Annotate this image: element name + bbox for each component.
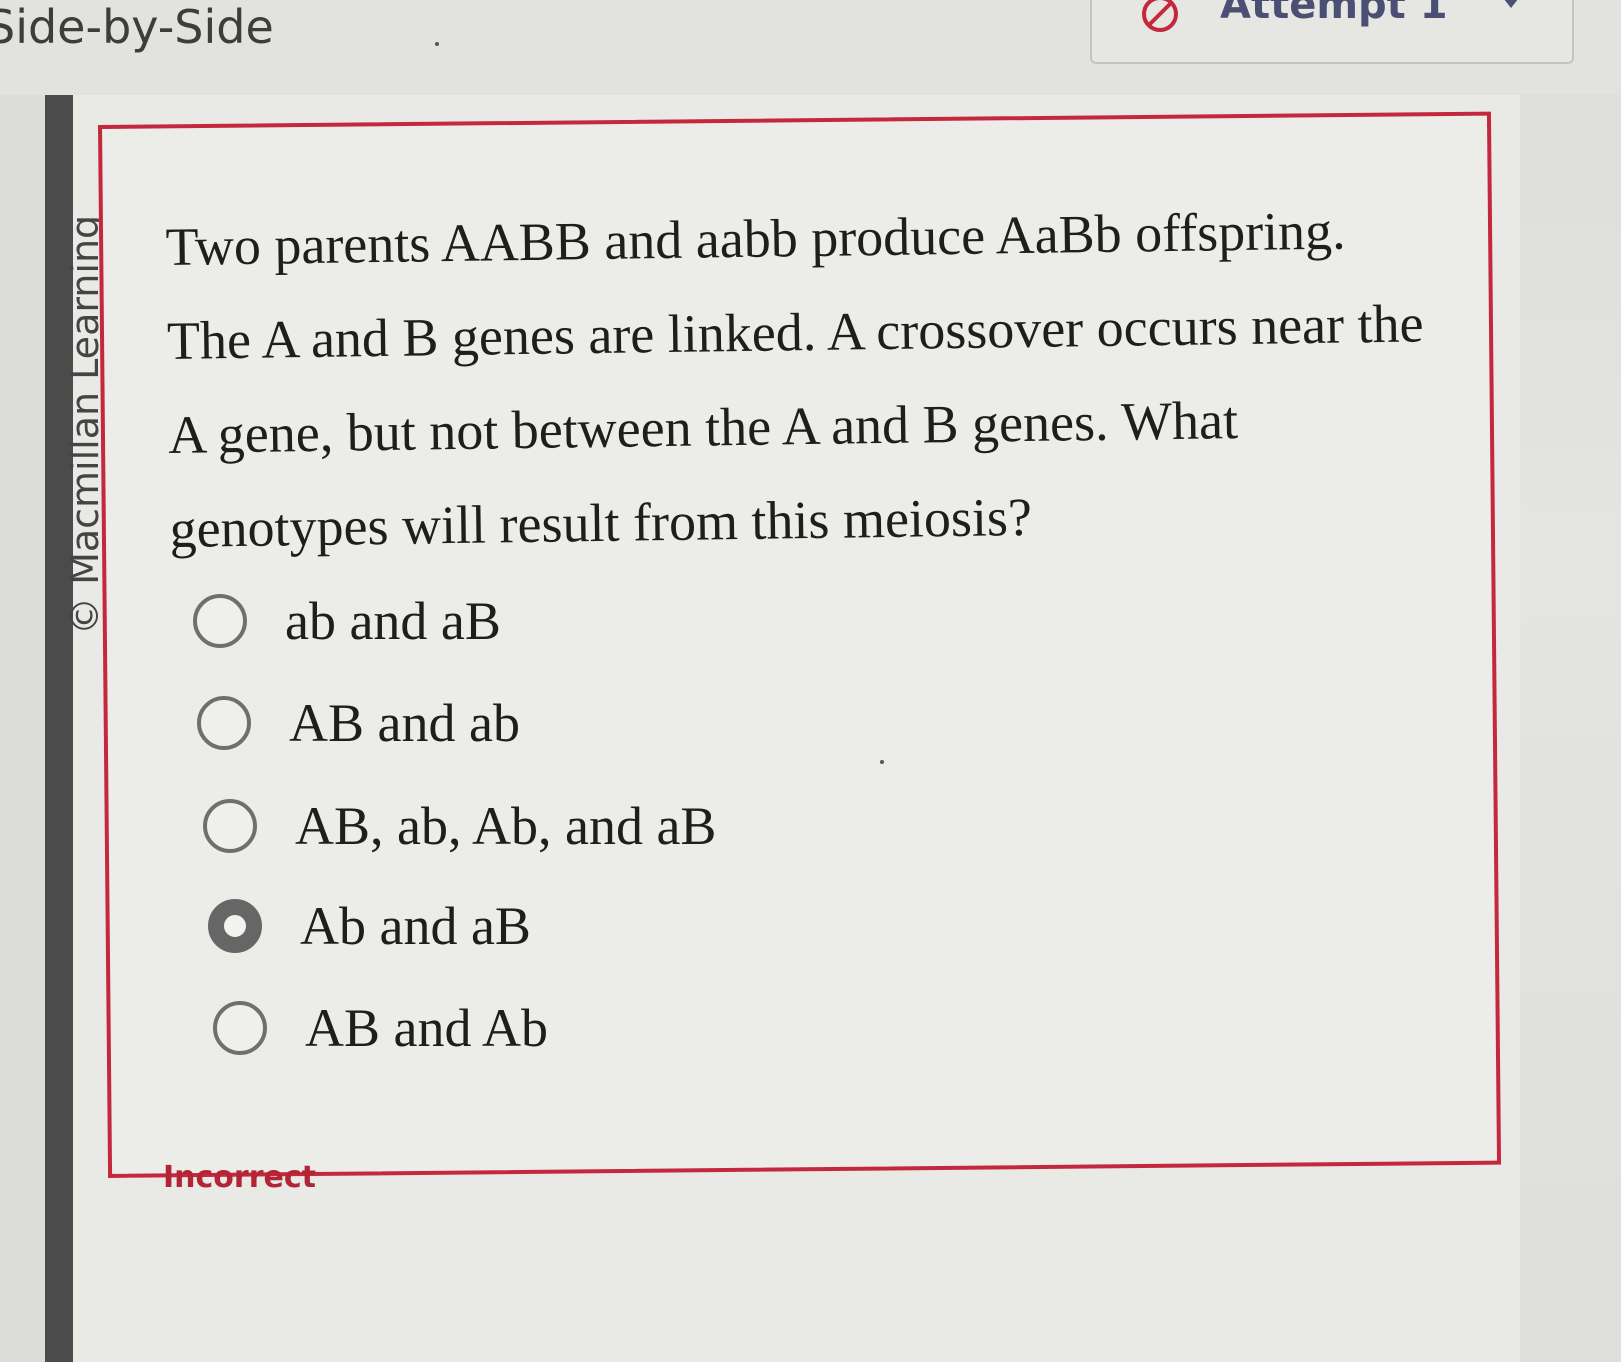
chevron-down-icon[interactable] [1500, 0, 1522, 8]
answer-option-4[interactable]: Ab and aB [208, 895, 531, 957]
answer-option-1[interactable]: ab and aB [193, 590, 501, 652]
answer-option-5[interactable]: AB and Ab [213, 997, 548, 1059]
page-title: Side-by-Side [0, 0, 274, 54]
radio-button[interactable] [203, 799, 257, 853]
question-text: Two parents AABB and aabb produce AaBb o… [165, 200, 1424, 559]
no-entry-icon [1142, 0, 1178, 32]
answer-option-2[interactable]: AB and ab [197, 692, 520, 754]
radio-button[interactable] [197, 696, 251, 750]
attempt-label[interactable]: Attempt 1 [1220, 0, 1448, 28]
screen-speck [435, 42, 439, 46]
feedback-status: Incorrect [163, 1160, 316, 1195]
radio-button-selected[interactable] [208, 899, 262, 953]
left-margin [0, 95, 45, 1362]
answer-label[interactable]: AB, ab, Ab, and aB [295, 795, 716, 857]
answer-label[interactable]: AB and ab [289, 692, 520, 754]
answer-label[interactable]: ab and aB [285, 590, 501, 652]
answer-option-3[interactable]: AB, ab, Ab, and aB [203, 795, 716, 857]
radio-button[interactable] [213, 1001, 267, 1055]
answer-label[interactable]: Ab and aB [300, 895, 531, 957]
screen-speck [880, 760, 884, 764]
answer-label[interactable]: AB and Ab [305, 997, 548, 1059]
radio-button[interactable] [193, 594, 247, 648]
